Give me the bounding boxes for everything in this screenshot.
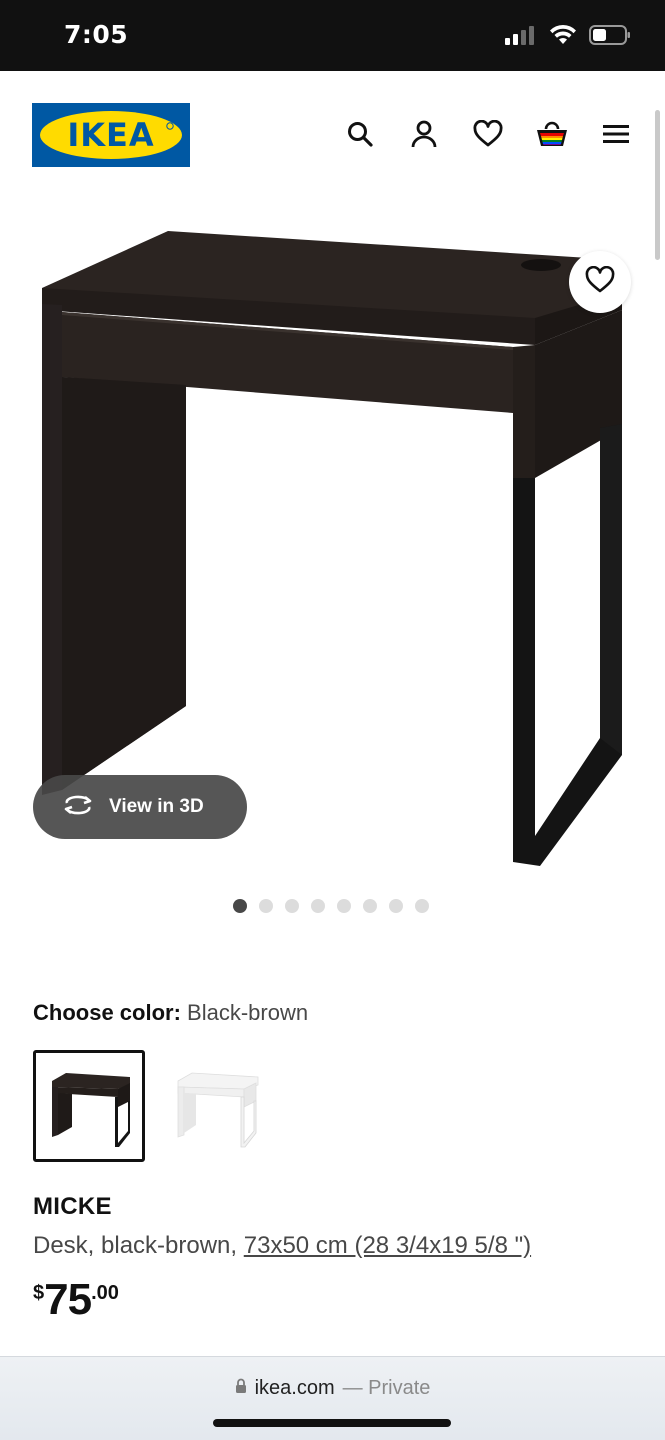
- header-nav-icons: [343, 117, 633, 151]
- image-carousel-dots: [0, 899, 665, 913]
- carousel-dot[interactable]: [414, 899, 429, 913]
- menu-icon[interactable]: [599, 117, 633, 151]
- svg-text:IKEA: IKEA: [67, 116, 154, 154]
- carousel-dot[interactable]: [388, 899, 403, 913]
- color-swatches: [33, 1050, 271, 1162]
- status-icons: [505, 24, 631, 51]
- home-indicator[interactable]: [213, 1419, 451, 1427]
- product-description: Desk, black-brown, 73x50 cm (28 3/4x19 5…: [33, 1232, 531, 1260]
- carousel-dot[interactable]: [258, 899, 273, 913]
- url-domain: ikea.com: [254, 1377, 335, 1399]
- heart-icon: [585, 265, 615, 299]
- url-display[interactable]: ikea.com — Private: [0, 1377, 665, 1400]
- browser-address-bar[interactable]: ikea.com — Private: [0, 1356, 665, 1440]
- product-name: MICKE: [33, 1193, 112, 1220]
- status-bar: 7:05: [0, 0, 665, 71]
- color-swatch-white[interactable]: [159, 1050, 271, 1162]
- battery-icon: [589, 24, 631, 51]
- account-icon[interactable]: [407, 117, 441, 151]
- save-to-favorites-button[interactable]: [569, 251, 631, 313]
- selected-color-value: Black-brown: [187, 1000, 309, 1025]
- status-time: 7:05: [64, 20, 129, 49]
- carousel-dot[interactable]: [362, 899, 377, 913]
- wifi-icon: [549, 24, 577, 51]
- price-integer: 75: [44, 1275, 92, 1324]
- choose-color-label: Choose color:: [33, 1000, 181, 1025]
- price-decimal: .00: [91, 1282, 119, 1304]
- rotate-3d-icon: [61, 793, 95, 822]
- color-chooser-label: Choose color: Black-brown: [33, 1000, 308, 1026]
- carousel-dot[interactable]: [232, 899, 247, 913]
- cellular-signal-icon: [505, 25, 537, 50]
- product-type: Desk, black-brown,: [33, 1232, 238, 1259]
- color-swatch-black-brown[interactable]: [33, 1050, 145, 1162]
- ikea-logo[interactable]: IKEA: [32, 103, 190, 167]
- view-in-3d-label: View in 3D: [109, 796, 204, 817]
- product-dimensions-link[interactable]: 73x50 cm (28 3/4x19 5/8 "): [244, 1232, 531, 1259]
- heart-icon[interactable]: [471, 117, 505, 151]
- product-price: $ 75 .00: [33, 1276, 119, 1324]
- site-header: IKEA: [0, 71, 665, 181]
- lock-icon: [235, 1377, 247, 1400]
- price-currency: $: [33, 1282, 45, 1304]
- carousel-dot[interactable]: [310, 899, 325, 913]
- shopping-bag-icon[interactable]: [535, 117, 569, 151]
- carousel-dot[interactable]: [336, 899, 351, 913]
- search-icon[interactable]: [343, 117, 377, 151]
- private-mode-label: — Private: [342, 1377, 431, 1399]
- carousel-dot[interactable]: [284, 899, 299, 913]
- view-in-3d-button[interactable]: View in 3D: [33, 775, 247, 839]
